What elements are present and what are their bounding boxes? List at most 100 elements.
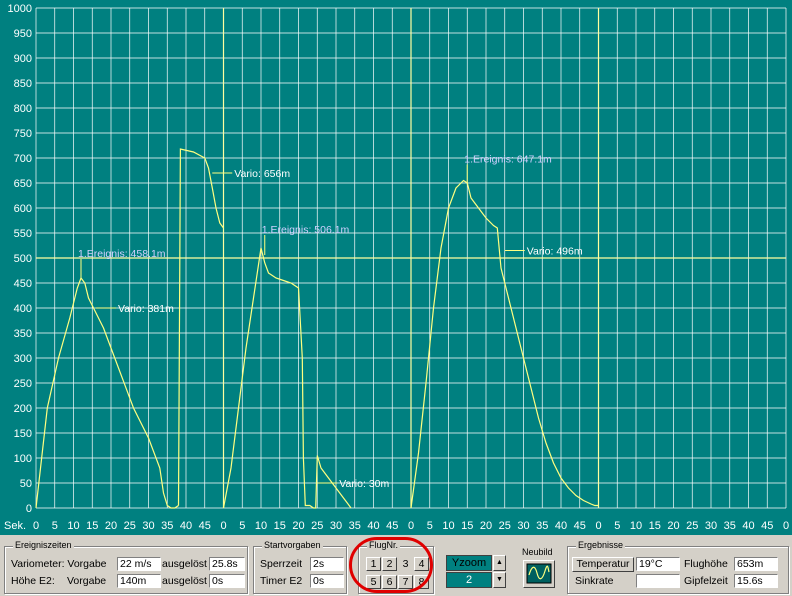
x-tick-label: 15 — [274, 520, 286, 532]
gipfelzeit-value: 15.6s — [734, 574, 778, 588]
x-tick-label: 45 — [199, 520, 211, 532]
y-tick-label: 200 — [14, 403, 32, 415]
x-tick-label: 35 — [536, 520, 548, 532]
startvorgaben-group: Startvorgaben Sperrzeit 2s Timer E2 0s — [253, 540, 347, 594]
yzoom-control: Yzoom 2 ▲ ▼ — [446, 555, 506, 589]
y-tick-label: 450 — [14, 278, 32, 290]
highlight-circle — [349, 537, 433, 593]
y-tick-label: 100 — [14, 453, 32, 465]
x-tick-label: 45 — [761, 520, 773, 532]
yzoom-value[interactable]: 2 — [446, 572, 492, 588]
startvorgaben-title: Startvorgaben — [262, 540, 323, 551]
control-panel: Ereigniszeiten Variometer: Vorgabe 22 m/… — [0, 535, 792, 596]
y-tick-label: 600 — [14, 203, 32, 215]
x-tick-label: 5 — [52, 520, 58, 532]
x-tick-label: 15 — [86, 520, 98, 532]
timer-e2-field[interactable]: 0s — [310, 574, 344, 588]
temperatur-value: 19°C — [636, 557, 680, 571]
event-annotation: 1.Ereignis: 647.1m — [464, 154, 552, 166]
y-tick-label: 400 — [14, 303, 32, 315]
variometer-ausgeloest-label: ausgelöst — [162, 558, 207, 570]
y-tick-label: 50 — [20, 478, 32, 490]
x-tick-label: 0 — [33, 520, 39, 532]
x-tick-label: 0 — [595, 520, 601, 532]
hoehe-e2-label: Höhe E2: — [11, 575, 55, 587]
variometer-label: Variometer: Vorgabe — [11, 558, 107, 570]
x-tick-label: 45 — [574, 520, 586, 532]
sperrzeit-label: Sperrzeit — [260, 558, 303, 570]
altitude-series-line — [177, 148, 224, 506]
x-tick-label: 0 — [220, 520, 226, 532]
x-tick-label: 25 — [686, 520, 698, 532]
x-tick-label: 25 — [124, 520, 136, 532]
oscilloscope-icon — [526, 563, 552, 584]
neubild-title: Neubild — [522, 547, 553, 557]
sinkrate-label: Sinkrate — [575, 575, 614, 587]
ereigniszeiten-title: Ereigniszeiten — [13, 540, 74, 551]
flughoehe-value: 653m — [734, 557, 778, 571]
x-tick-label: 0 — [783, 520, 789, 532]
sperrzeit-field[interactable]: 2s — [310, 557, 344, 571]
y-tick-label: 750 — [14, 128, 32, 140]
gipfelzeit-label: Gipfelzeit — [684, 575, 728, 587]
y-tick-label: 1000 — [8, 3, 32, 15]
y-tick-label: 950 — [14, 28, 32, 40]
x-tick-label: 25 — [499, 520, 511, 532]
x-tick-label: 5 — [614, 520, 620, 532]
y-tick-label: 500 — [14, 253, 32, 265]
vario-annotation: Vario: 656m — [234, 168, 290, 180]
variometer-ausgeloest-value: 25.8s — [209, 557, 245, 571]
x-tick-label: 30 — [517, 520, 529, 532]
x-tick-label: 45 — [386, 520, 398, 532]
neubild-control: Neubild — [516, 545, 562, 593]
variometer-vorgabe-field[interactable]: 22 m/s — [117, 557, 161, 571]
y-tick-label: 350 — [14, 328, 32, 340]
x-tick-label: 20 — [667, 520, 679, 532]
sinkrate-value — [636, 574, 680, 588]
yzoom-label: Yzoom — [446, 555, 492, 571]
y-tick-label: 800 — [14, 103, 32, 115]
x-tick-label: 30 — [330, 520, 342, 532]
hoehe-vorgabe-field[interactable]: 140m — [117, 574, 161, 588]
flughoehe-label: Flughöhe — [684, 558, 728, 570]
x-tick-label: 30 — [705, 520, 717, 532]
hoehe-ausgeloest-label: ausgelöst — [162, 575, 207, 587]
y-tick-label: 0 — [26, 503, 32, 515]
y-tick-label: 700 — [14, 153, 32, 165]
hoehe-ausgeloest-value: 0s — [209, 574, 245, 588]
x-tick-label: 40 — [555, 520, 567, 532]
ergebnisse-title: Ergebnisse — [576, 540, 626, 551]
timer-e2-label: Timer E2 — [260, 575, 303, 587]
neubild-button[interactable] — [523, 560, 555, 588]
x-tick-label: 20 — [292, 520, 304, 532]
y-tick-label: 250 — [14, 378, 32, 390]
x-tick-label: 10 — [630, 520, 642, 532]
x-tick-label: 25 — [311, 520, 323, 532]
event-annotation: 1.Ereignis: 506.1m — [262, 224, 350, 236]
y-tick-label: 150 — [14, 428, 32, 440]
x-tick-label: 40 — [180, 520, 192, 532]
flight-chart: 0 50 100 150 200 250 300 350 400 450 500 550 600 650 7… — [0, 0, 792, 535]
yzoom-up-button[interactable]: ▲ — [493, 555, 506, 571]
y-tick-label: 300 — [14, 353, 32, 365]
x-tick-label: 35 — [724, 520, 736, 532]
y-tick-label: 650 — [14, 178, 32, 190]
x-tick-label: 10 — [67, 520, 79, 532]
x-axis-label: Sek. — [4, 520, 26, 532]
ergebnisse-group: Ergebnisse Temperatur 19°C Sinkrate Flug… — [567, 540, 789, 594]
x-tick-label: 20 — [480, 520, 492, 532]
x-tick-label: 35 — [349, 520, 361, 532]
yzoom-down-button[interactable]: ▼ — [493, 572, 506, 588]
x-tick-label: 15 — [649, 520, 661, 532]
x-tick-label: 10 — [442, 520, 454, 532]
x-tick-label: 40 — [742, 520, 754, 532]
temperatur-button[interactable]: Temperatur — [572, 557, 634, 572]
y-tick-label: 850 — [14, 78, 32, 90]
x-tick-label: 35 — [161, 520, 173, 532]
y-tick-label: 550 — [14, 228, 32, 240]
altitude-series-line — [222, 247, 352, 509]
vario-annotation: Vario: 30m — [339, 478, 389, 490]
chart-svg: 0501001502002503003504004505005506006507… — [4, 3, 789, 532]
x-tick-label: 0 — [408, 520, 414, 532]
hoehe-vorgabe-label: Vorgabe — [67, 575, 107, 587]
